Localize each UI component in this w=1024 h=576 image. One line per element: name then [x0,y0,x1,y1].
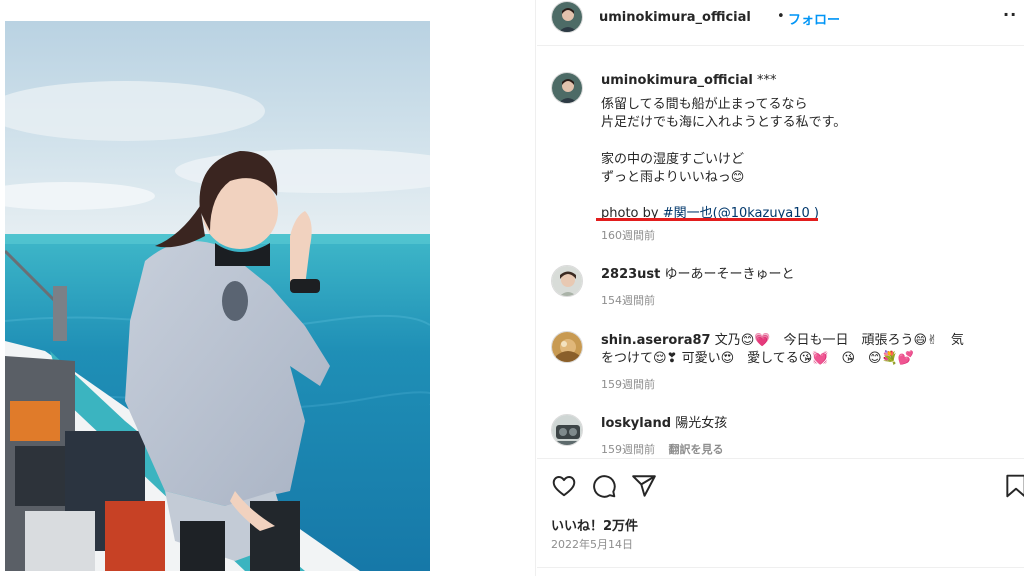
comment-body: 陽光女孩 [675,416,728,431]
commenter-avatar[interactable] [551,331,583,363]
comment-timestamp: 159週間前 [601,443,655,456]
commenter-avatar[interactable] [551,265,583,297]
comment-icon[interactable] [591,473,617,499]
comment-meta: 159週間前 翻訳を見る [601,441,724,457]
see-translation-link[interactable]: 翻訳を見る [669,443,724,456]
caption-line: ずっと雨よりいいねっ😊 [601,170,745,185]
comment-body: 文乃😊💗 今日も一日 頑張ろう😄✌ 気 [714,333,964,348]
panel-divider [535,0,536,576]
caption-line: 家の中の湿度すごいけど [601,152,745,167]
divider [537,567,1024,568]
like-count[interactable]: いいね！2万件 [551,515,638,534]
comment-text-line: 2823ust ゆーあーそーきゅーと [601,265,795,285]
comment-timestamp: 159週間前 [601,378,655,391]
post-header: uminokimura_official • フォロー ·· [537,0,1024,46]
caption-first-line: uminokimura_official *** [601,73,777,88]
comment-username[interactable]: 2823ust [601,267,660,282]
comment-text-line: shin.aserora87 文乃😊💗 今日も一日 頑張ろう😄✌ 気 [601,331,964,351]
post-photo-image [5,21,430,571]
post-date: 2022年5月14日 [551,538,633,551]
separator-dot: • [777,9,785,24]
heart-icon[interactable] [551,473,577,499]
caption-line: 片足だけでも海に入れようとする私です。 [601,115,847,130]
caption-username[interactable]: uminokimura_official [601,73,753,88]
bookmark-icon[interactable] [1003,473,1024,499]
more-options-icon[interactable]: ·· [1003,5,1017,24]
caption-stars: *** [757,73,777,88]
comment-timestamp: 154週間前 [601,294,655,307]
comment-username[interactable]: loskyland [601,416,671,431]
caption-line: 係留してる間も船が止まってるなら [601,97,808,112]
caption-avatar[interactable] [551,72,583,104]
post-actions: いいね！2万件 2022年5月14日 [537,458,1024,576]
author-avatar[interactable] [551,1,583,33]
comment-username[interactable]: shin.aserora87 [601,333,711,348]
author-username[interactable]: uminokimura_official [599,10,751,25]
post-photo[interactable] [5,21,430,571]
caption-timestamp: 160週間前 [601,229,655,242]
comment-text-line: loskyland 陽光女孩 [601,414,727,434]
follow-button[interactable]: フォロー [788,9,840,28]
red-underline-annotation [596,218,818,221]
comment-body-continued: をつけて😌❣ 可愛い😍 愛してる😘💓 😘 😊💐💕 [601,351,914,366]
post-side-panel: uminokimura_official • フォロー ·· uminokimu… [537,0,1024,576]
commenter-avatar[interactable] [551,414,583,446]
comment-body: ゆーあーそーきゅーと [664,267,795,282]
share-icon[interactable] [631,473,657,499]
